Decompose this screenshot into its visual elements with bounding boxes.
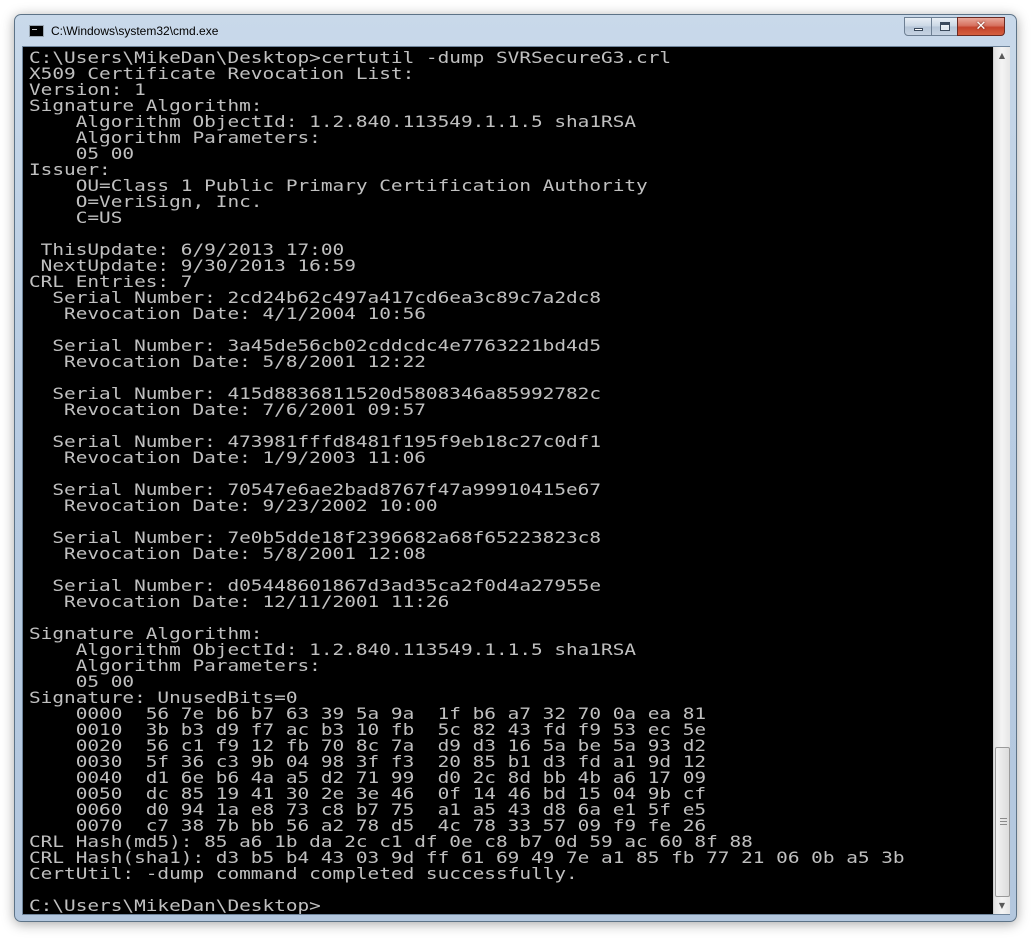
console-line: C=US <box>29 208 123 228</box>
console-line: X509 Certificate Revocation List: <box>29 64 415 84</box>
window-title: C:\Windows\system32\cmd.exe <box>51 24 219 38</box>
console-line: CRL Hash(sha1): d3 b5 b4 43 03 9d ff 61 … <box>29 848 905 868</box>
scroll-up-arrow-icon[interactable]: ▲ <box>994 47 1010 64</box>
cmd-icon[interactable] <box>29 25 44 37</box>
console-line: Revocation Date: 7/6/2001 09:57 <box>29 400 426 420</box>
console-line: Revocation Date: 9/23/2002 10:00 <box>29 496 438 516</box>
scrollbar-thumb[interactable] <box>995 747 1010 897</box>
console-line: C:\Users\MikeDan\Desktop> <box>29 896 321 914</box>
console-line: Signature Algorithm: <box>29 624 263 644</box>
minimize-button[interactable] <box>904 17 932 36</box>
console-line: 0000 56 7e b6 b7 63 39 5a 9a 1f b6 a7 32… <box>29 704 707 724</box>
console-line: Revocation Date: 5/8/2001 12:08 <box>29 544 426 564</box>
console-line: 0070 c7 38 7b bb 56 a2 78 d5 4c 78 33 57… <box>29 816 707 836</box>
console-line: O=VeriSign, Inc. <box>29 192 263 212</box>
thumb-grip <box>1000 818 1007 819</box>
console-line: CertUtil: -dump command completed succes… <box>29 864 578 884</box>
console-line: Serial Number: d05448601867d3ad35ca2f0d4… <box>29 576 602 596</box>
console-line: Algorithm ObjectId: 1.2.840.113549.1.1.5… <box>29 112 637 132</box>
console-line: Revocation Date: 5/8/2001 12:22 <box>29 352 426 372</box>
minimize-icon <box>913 28 923 31</box>
console-line: Algorithm Parameters: <box>29 128 321 148</box>
console-line: Serial Number: 415d8836811520d5808346a85… <box>29 384 602 404</box>
console-line: 0040 d1 6e b6 4a a5 d2 71 99 d0 2c 8d bb… <box>29 768 707 788</box>
console-line: 0020 56 c1 f9 12 fb 70 8c 7a d9 d3 16 5a… <box>29 736 707 756</box>
console-line: Serial Number: 70547e6ae2bad8767f47a9991… <box>29 480 602 500</box>
close-icon: ✕ <box>975 19 987 34</box>
console-line: CRL Entries: 7 <box>29 272 193 292</box>
console-line: 0010 3b b3 d9 f7 ac b3 10 fb 5c 82 43 fd… <box>29 720 707 740</box>
console-line: Version: 1 <box>29 80 146 100</box>
console-line: C:\Users\MikeDan\Desktop>certutil -dump … <box>29 48 672 68</box>
console-line: 05 00 <box>29 672 135 692</box>
console-line: Revocation Date: 1/9/2003 11:06 <box>29 448 426 468</box>
console-line: Revocation Date: 12/11/2001 11:26 <box>29 592 450 612</box>
thumb-grip <box>1000 824 1007 825</box>
console-line: Algorithm Parameters: <box>29 656 321 676</box>
title-bar[interactable]: C:\Windows\system32\cmd.exe ✕ <box>15 15 1016 47</box>
console-line: Signature: UnusedBits=0 <box>29 688 298 708</box>
console-line: OU=Class 1 Public Primary Certification … <box>29 176 648 196</box>
console-line: Issuer: <box>29 160 111 180</box>
maximize-icon <box>939 22 950 31</box>
vertical-scrollbar[interactable]: ▲ ▼ <box>993 47 1010 914</box>
console-line: Revocation Date: 4/1/2004 10:56 <box>29 304 426 324</box>
console-line: 0050 dc 85 19 41 30 2e 3e 46 0f 14 46 bd… <box>29 784 707 804</box>
maximize-button[interactable] <box>931 17 958 36</box>
console-line: 0030 5f 36 c3 9b 04 98 3f f3 20 85 b1 d3… <box>29 752 707 772</box>
thumb-grip <box>1000 821 1007 822</box>
console-line: Serial Number: 7e0b5dde18f2396682a68f652… <box>29 528 602 548</box>
console-line: 05 00 <box>29 144 135 164</box>
console-line: Serial Number: 473981fffd8481f195f9eb18c… <box>29 432 602 452</box>
console-line: Serial Number: 3a45de56cb02cddcdc4e77632… <box>29 336 602 356</box>
console-line: Signature Algorithm: <box>29 96 263 116</box>
console-line: ThisUpdate: 6/9/2013 17:00 <box>29 240 345 260</box>
console-line: CRL Hash(md5): 85 a6 1b da 2c c1 df 0e c… <box>29 832 753 852</box>
cmd-window: C:\Windows\system32\cmd.exe ✕ C:\Users\M… <box>14 14 1017 922</box>
console-output[interactable]: C:\Users\MikeDan\Desktop>certutil -dump … <box>23 47 993 914</box>
console-line: NextUpdate: 9/30/2013 16:59 <box>29 256 356 276</box>
close-button[interactable]: ✕ <box>957 17 1005 36</box>
console-line: 0060 d0 94 1a e8 73 c8 b7 75 a1 a5 43 d8… <box>29 800 707 820</box>
scroll-down-arrow-icon[interactable]: ▼ <box>994 897 1010 914</box>
console-line: Serial Number: 2cd24b62c497a417cd6ea3c89… <box>29 288 602 308</box>
console-area: C:\Users\MikeDan\Desktop>certutil -dump … <box>22 46 1010 915</box>
console-line: Algorithm ObjectId: 1.2.840.113549.1.1.5… <box>29 640 637 660</box>
